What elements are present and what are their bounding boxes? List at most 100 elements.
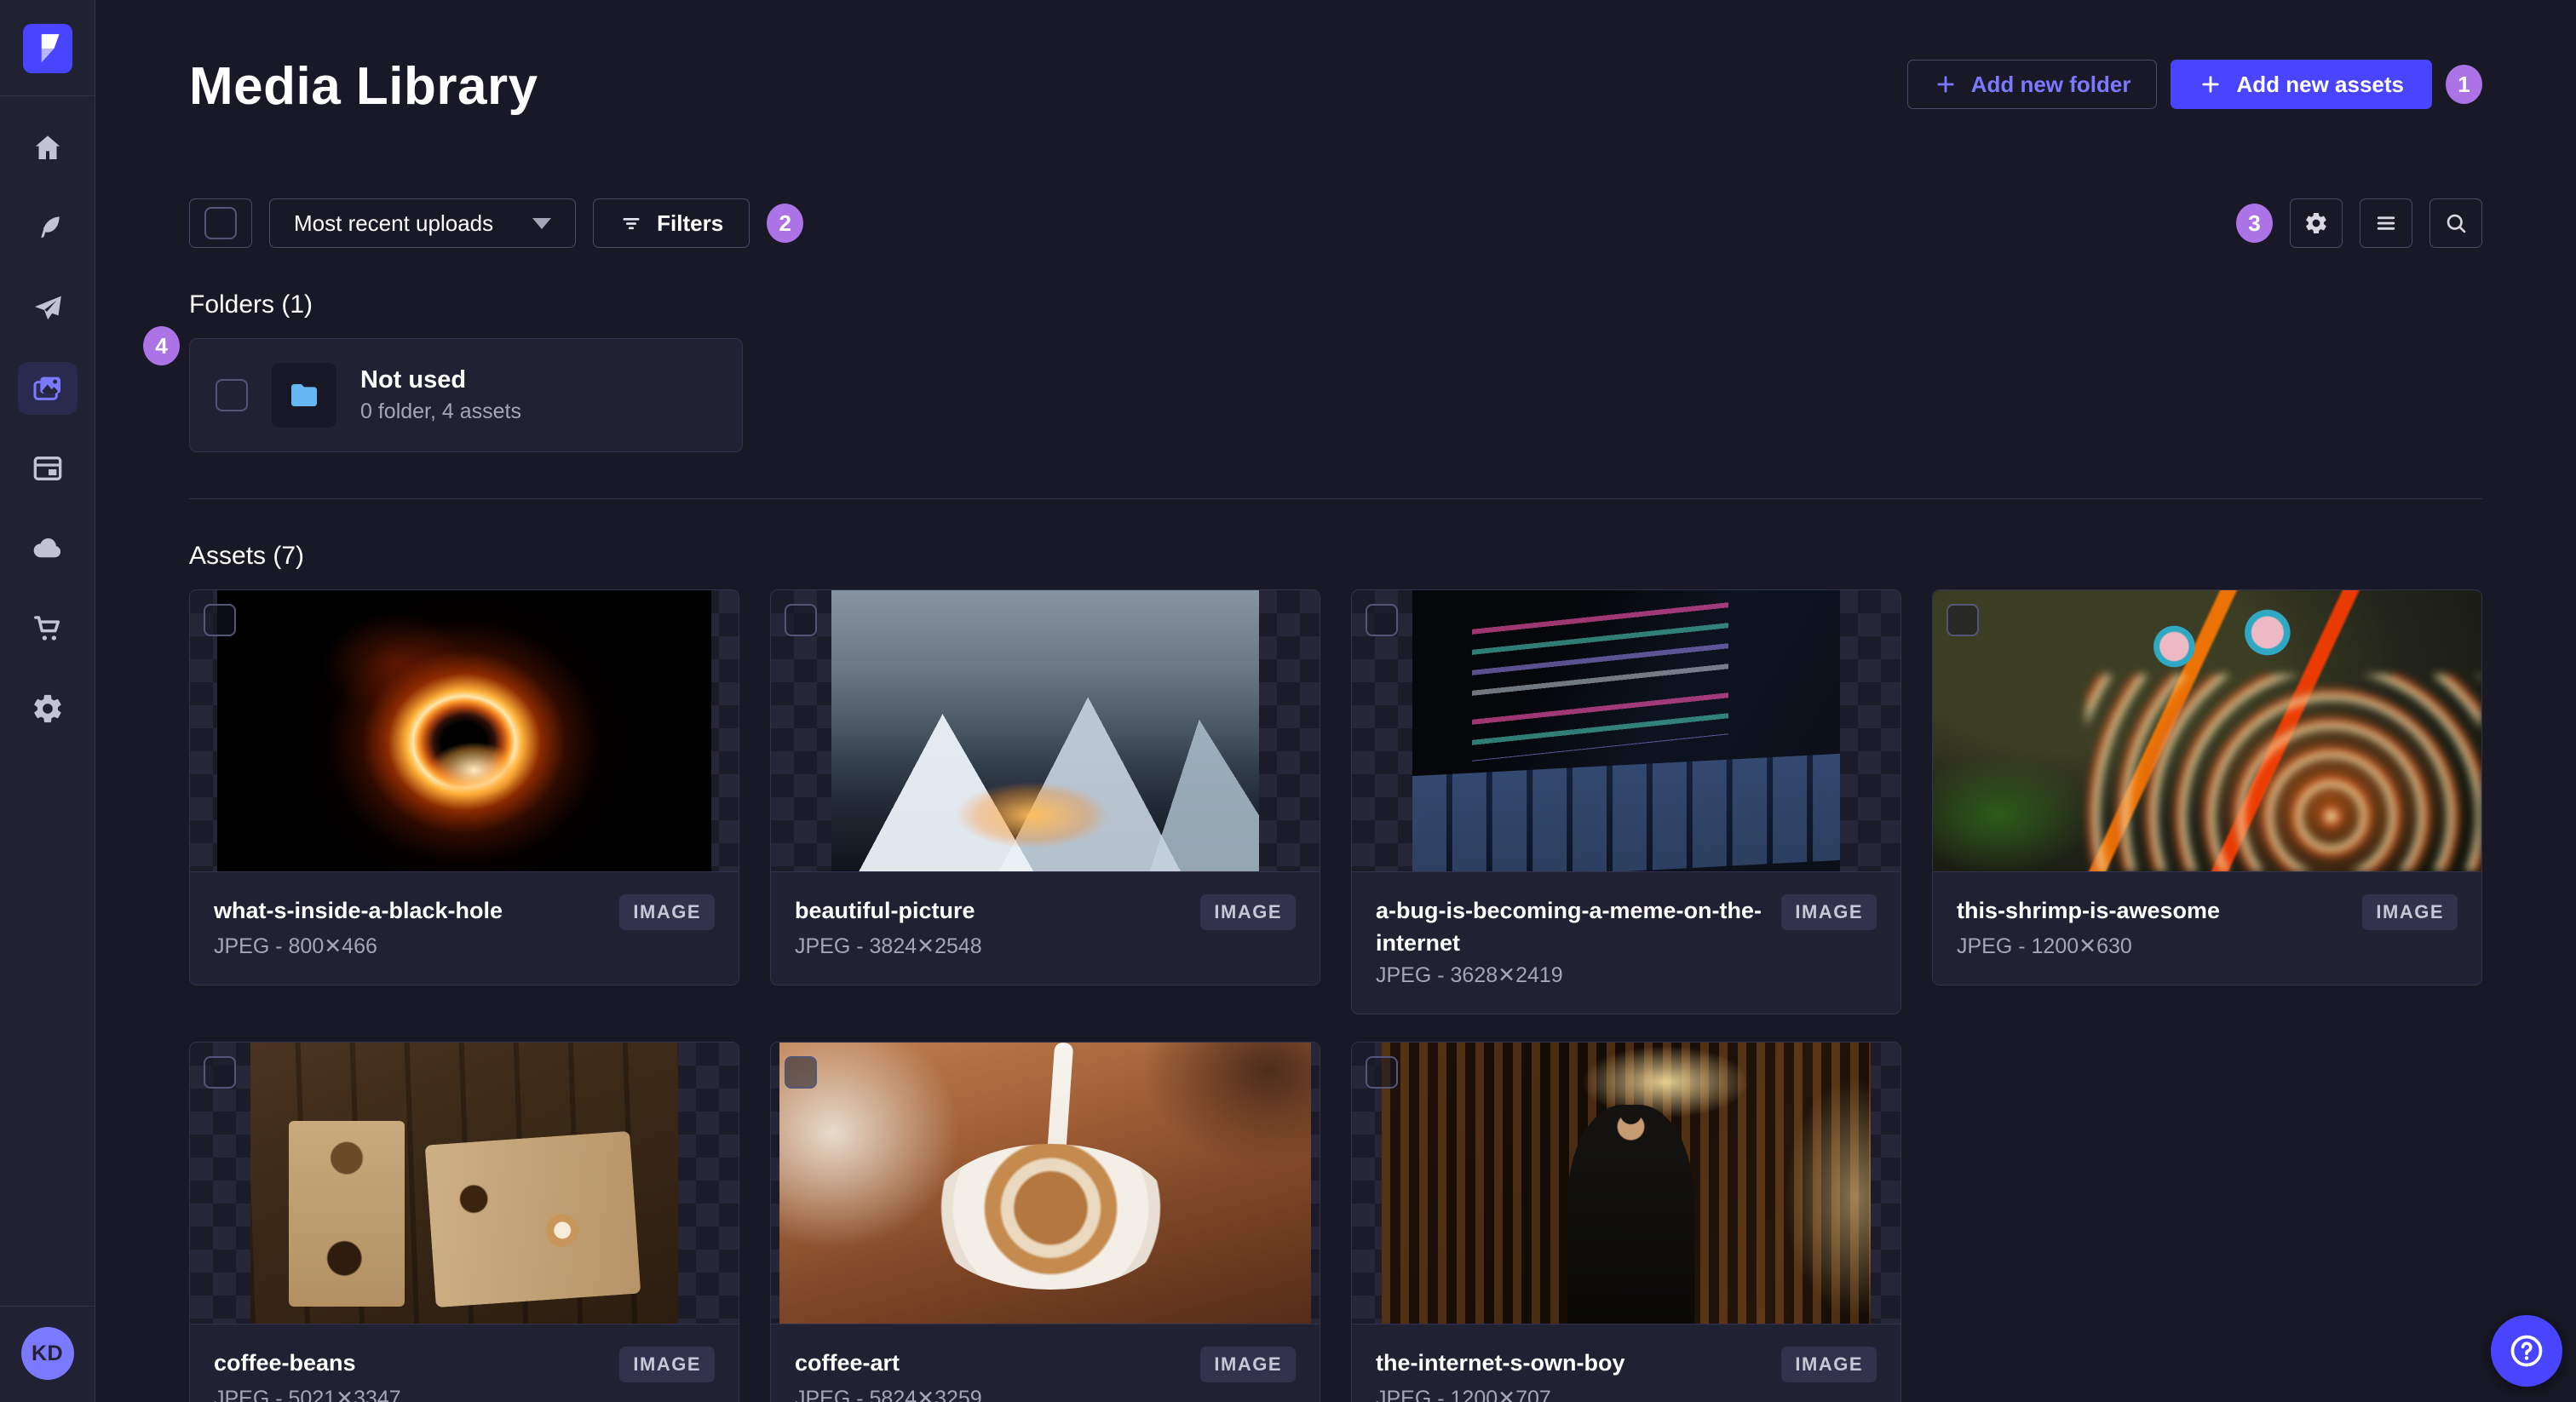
paper-plane-icon <box>34 296 61 320</box>
toolbar: Most recent uploads Filters 2 3 <box>189 198 2482 248</box>
gear-icon <box>33 694 61 723</box>
sidebar-item-settings[interactable] <box>18 682 78 735</box>
question-mark-icon <box>2510 1335 2543 1367</box>
asset-card[interactable]: a-bug-is-becoming-a-meme-on-the-internet… <box>1351 589 1901 1014</box>
folders-heading: Folders (1) <box>189 290 313 319</box>
asset-thumbnail <box>190 590 739 871</box>
asset-image-mountains <box>831 590 1260 871</box>
asset-meta: JPEG - 1200✕707 <box>1376 1387 1551 1402</box>
select-all-checkbox[interactable] <box>204 207 237 239</box>
sidebar-item-marketplace[interactable] <box>18 602 78 655</box>
onboarding-step-badge-1: 1 <box>2446 65 2482 104</box>
plus-icon <box>2202 76 2220 93</box>
sidebar-item-deploy[interactable] <box>18 522 78 575</box>
asset-info: coffee-art IMAGE JPEG - 5824✕3259 <box>771 1324 1320 1402</box>
asset-grid: what-s-inside-a-black-hole IMAGE JPEG - … <box>189 589 2482 1402</box>
asset-name: coffee-art <box>795 1350 900 1376</box>
gear-icon <box>2306 212 2326 234</box>
page-title: Media Library <box>189 57 538 116</box>
asset-type-badge: IMAGE <box>619 894 715 930</box>
cloud-icon <box>33 538 60 558</box>
list-view-button[interactable] <box>2360 198 2412 248</box>
media-library-icon <box>33 376 60 400</box>
add-new-assets-button[interactable]: Add new assets <box>2171 60 2432 109</box>
asset-thumbnail <box>1352 1043 1900 1324</box>
folder-texts: Not used 0 folder, 4 assets <box>360 366 521 424</box>
asset-type-badge: IMAGE <box>1781 894 1877 930</box>
asset-card[interactable]: the-internet-s-own-boy IMAGE JPEG - 1200… <box>1351 1042 1901 1402</box>
asset-card[interactable]: what-s-inside-a-black-hole IMAGE JPEG - … <box>189 589 739 985</box>
folder-checkbox[interactable] <box>216 379 248 411</box>
asset-checkbox[interactable] <box>1946 604 1979 636</box>
folders-section: 4 Folders (1) Not used 0 folder, 4 asset… <box>143 290 2482 452</box>
chevron-down-icon <box>532 217 552 229</box>
asset-checkbox[interactable] <box>785 1056 817 1089</box>
asset-checkbox[interactable] <box>1366 604 1398 636</box>
asset-checkbox[interactable] <box>785 604 817 636</box>
asset-type-badge: IMAGE <box>1200 894 1296 930</box>
view-settings-button[interactable] <box>2290 198 2343 248</box>
asset-info: this-shrimp-is-awesome IMAGE JPEG - 1200… <box>1933 871 2481 985</box>
asset-type-badge: IMAGE <box>1200 1347 1296 1382</box>
page-header: Media Library Add new folder Add new ass… <box>189 56 2482 117</box>
asset-name: a-bug-is-becoming-a-meme-on-the-internet <box>1376 898 1762 956</box>
asset-name: this-shrimp-is-awesome <box>1957 898 2221 923</box>
folder-tile <box>272 363 336 428</box>
folder-name: Not used <box>360 366 467 394</box>
sidebar-bottom: KD <box>0 1306 95 1402</box>
sidebar-item-content-type-builder[interactable] <box>18 442 78 495</box>
app-logo-wrap <box>22 0 72 95</box>
onboarding-step-badge-2: 2 <box>767 204 804 243</box>
asset-image-library-boy <box>1382 1043 1871 1324</box>
asset-checkbox[interactable] <box>1366 1056 1398 1089</box>
asset-card[interactable]: coffee-art IMAGE JPEG - 5824✕3259 <box>770 1042 1320 1402</box>
sort-select[interactable]: Most recent uploads <box>269 198 577 248</box>
asset-info: beautiful-picture IMAGE JPEG - 3824✕2548 <box>771 871 1320 985</box>
sort-select-value: Most recent uploads <box>294 210 494 236</box>
strapi-logo[interactable] <box>22 24 72 73</box>
avatar[interactable]: KD <box>20 1327 74 1380</box>
layout-icon <box>33 456 61 481</box>
asset-card[interactable]: beautiful-picture IMAGE JPEG - 3824✕2548 <box>770 589 1320 985</box>
asset-checkbox[interactable] <box>204 1056 236 1089</box>
asset-name: beautiful-picture <box>795 898 975 923</box>
sidebar-nav <box>17 96 78 1306</box>
asset-info: coffee-beans IMAGE JPEG - 5021✕3347 <box>190 1324 739 1402</box>
asset-thumbnail <box>1933 590 2481 871</box>
search-icon <box>2447 214 2466 233</box>
asset-image-coffee-beans <box>250 1043 679 1324</box>
folder-card[interactable]: Not used 0 folder, 4 assets <box>189 338 743 452</box>
search-button[interactable] <box>2429 198 2482 248</box>
select-all-button[interactable] <box>189 198 252 248</box>
plus-icon <box>1937 76 1954 93</box>
asset-image-shrimp <box>1933 590 2481 871</box>
asset-meta: JPEG - 5021✕3347 <box>214 1387 401 1402</box>
asset-thumbnail <box>1352 590 1900 871</box>
asset-name: what-s-inside-a-black-hole <box>214 898 503 923</box>
sidebar-divider-bottom <box>0 1306 95 1307</box>
sidebar-item-content[interactable] <box>18 202 78 255</box>
sidebar-item-releases[interactable] <box>18 282 78 335</box>
asset-card[interactable]: this-shrimp-is-awesome IMAGE JPEG - 1200… <box>1932 589 2482 985</box>
add-new-assets-label: Add new assets <box>2236 71 2404 97</box>
asset-card[interactable]: coffee-beans IMAGE JPEG - 5021✕3347 <box>189 1042 739 1402</box>
asset-info: what-s-inside-a-black-hole IMAGE JPEG - … <box>190 871 739 985</box>
filters-button[interactable]: Filters <box>593 198 750 248</box>
asset-checkbox[interactable] <box>204 604 236 636</box>
onboarding-step-badge-3: 3 <box>2236 204 2273 243</box>
add-new-folder-button[interactable]: Add new folder <box>1906 60 2158 109</box>
asset-image-black-hole <box>217 590 711 871</box>
asset-thumbnail <box>771 1043 1320 1324</box>
asset-name: the-internet-s-own-boy <box>1376 1350 1625 1376</box>
asset-meta: JPEG - 3628✕2419 <box>1376 963 1563 987</box>
asset-type-badge: IMAGE <box>2362 894 2458 930</box>
sidebar-item-home[interactable] <box>18 122 78 175</box>
home-icon <box>35 135 60 159</box>
asset-type-badge: IMAGE <box>619 1347 715 1382</box>
sidebar-item-media-library[interactable] <box>17 362 78 415</box>
asset-meta: JPEG - 3824✕2548 <box>795 934 982 958</box>
folder-meta: 0 folder, 4 assets <box>360 399 522 423</box>
toolbar-right: 3 <box>2236 198 2482 248</box>
section-divider <box>189 498 2482 499</box>
help-button[interactable] <box>2491 1315 2562 1387</box>
